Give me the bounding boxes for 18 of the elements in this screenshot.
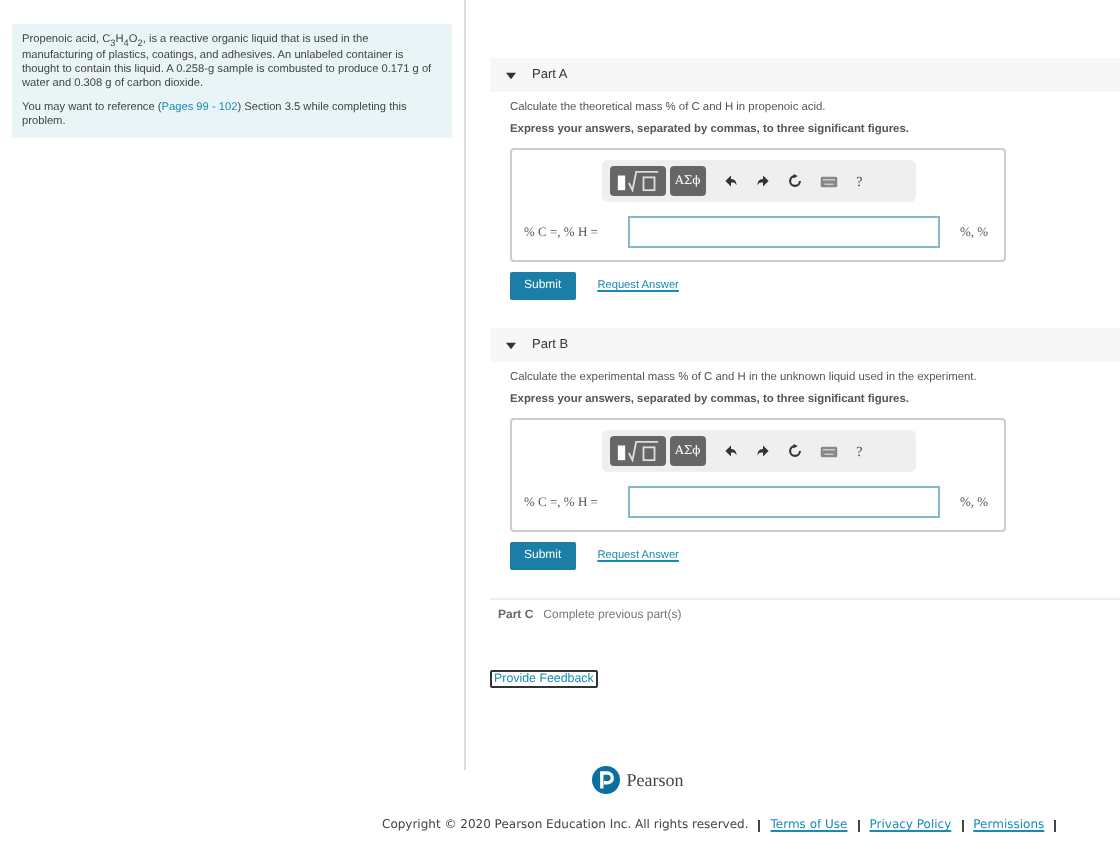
template-icon — [615, 170, 659, 192]
template-button[interactable] — [609, 166, 665, 196]
caret-icon — [506, 71, 516, 79]
reset-icon[interactable] — [788, 174, 803, 188]
logo-text: Pearson — [626, 770, 684, 790]
undo-icon[interactable] — [724, 174, 739, 188]
undo-icon[interactable] — [724, 444, 739, 458]
reset-icon[interactable] — [788, 444, 803, 458]
redo-icon[interactable] — [756, 444, 771, 458]
keyboard-icon[interactable] — [820, 175, 839, 187]
answer-field[interactable] — [628, 486, 940, 518]
template-icon — [615, 440, 659, 462]
caret-icon — [506, 341, 516, 349]
logo-icon — [592, 766, 621, 794]
answer-field[interactable] — [628, 216, 940, 248]
template-button[interactable] — [609, 436, 665, 466]
redo-icon[interactable] — [756, 174, 771, 188]
keyboard-icon[interactable] — [820, 445, 839, 457]
